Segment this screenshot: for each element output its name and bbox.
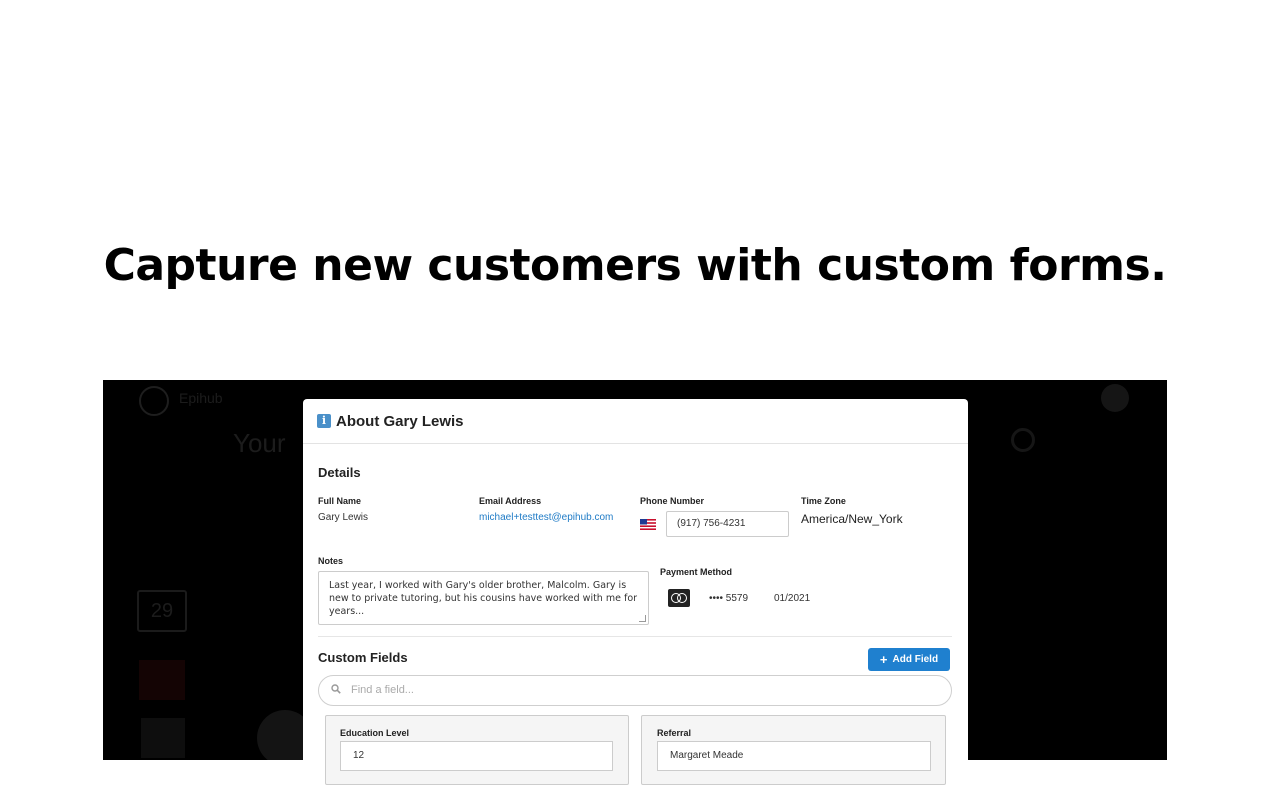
custom-field-label: Education Level — [340, 728, 410, 738]
custom-field-card: Referral Margaret Meade — [641, 715, 946, 785]
full-name-label: Full Name — [318, 496, 362, 506]
resize-handle-icon[interactable] — [639, 615, 646, 622]
custom-field-card: Education Level 12 — [325, 715, 629, 785]
mastercard-icon — [668, 589, 690, 607]
customer-modal: i About Gary Lewis Details Full Name Gar… — [303, 399, 968, 785]
card-number: •••• 5579 — [709, 593, 749, 604]
add-field-label: Add Field — [892, 654, 939, 665]
us-flag-icon[interactable] — [640, 519, 656, 530]
section-divider — [318, 636, 952, 637]
background-tile — [139, 660, 185, 700]
timezone-label: Time Zone — [801, 496, 846, 506]
custom-field-label: Referral — [657, 728, 692, 738]
custom-fields-heading: Custom Fields — [318, 650, 408, 665]
background-tile — [141, 718, 185, 758]
full-name-value: Gary Lewis — [318, 512, 369, 523]
modal-title: About Gary Lewis — [336, 412, 464, 430]
field-search-input[interactable]: Find a field... — [318, 675, 952, 706]
info-icon: i — [317, 414, 331, 428]
notes-label: Notes — [318, 556, 344, 566]
timezone-value[interactable]: America/New_York — [801, 512, 903, 526]
gear-icon — [1011, 428, 1035, 452]
custom-field-input[interactable]: Margaret Meade — [657, 741, 931, 771]
notes-text: Last year, I worked with Gary's older br… — [329, 580, 638, 617]
email-label: Email Address — [479, 496, 542, 506]
phone-input[interactable]: (917) 756-4231 — [666, 511, 789, 537]
modal-header: i About Gary Lewis — [303, 399, 968, 444]
payment-label: Payment Method — [660, 567, 733, 577]
phone-label: Phone Number — [640, 496, 705, 506]
avatar — [1101, 384, 1129, 412]
search-icon — [331, 684, 341, 694]
page-headline: Capture new customers with custom forms. — [103, 240, 1167, 291]
add-field-button[interactable]: + Add Field — [868, 648, 950, 671]
search-placeholder: Find a field... — [351, 684, 414, 696]
calendar-icon: 29 — [137, 590, 187, 632]
app-logo-icon — [139, 386, 169, 416]
notes-textarea[interactable]: Last year, I worked with Gary's older br… — [318, 571, 649, 625]
details-heading: Details — [318, 465, 361, 480]
background-page-title: Your — [233, 428, 286, 458]
plus-icon: + — [879, 651, 888, 667]
app-brand: Epihub — [179, 390, 223, 406]
card-expiry: 01/2021 — [774, 593, 811, 604]
custom-field-input[interactable]: 12 — [340, 741, 613, 771]
email-link[interactable]: michael+testtest@epihub.com — [479, 512, 613, 523]
